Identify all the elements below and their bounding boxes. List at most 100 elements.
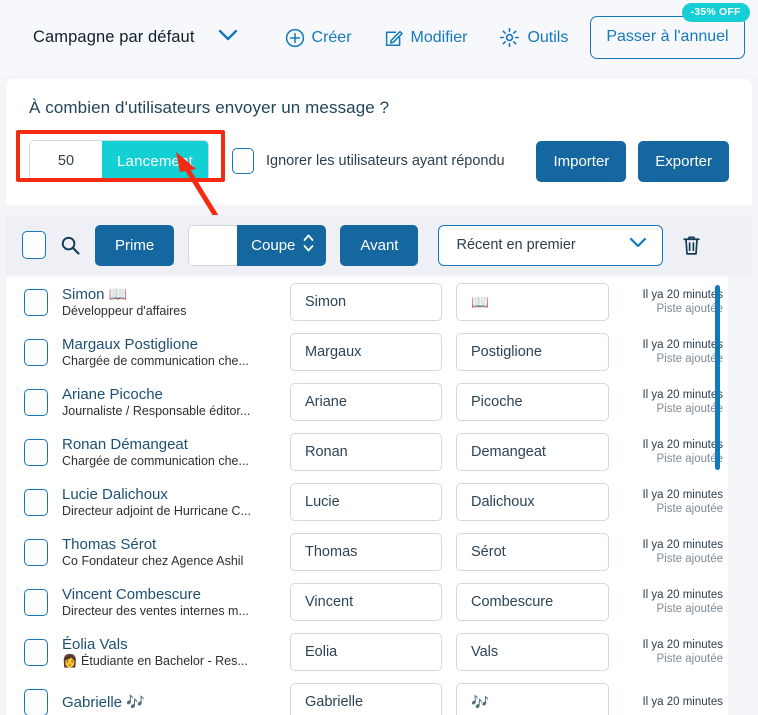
sort-order-select[interactable]: Récent en premier bbox=[438, 224, 664, 266]
launch-group: Lancement bbox=[29, 140, 209, 182]
first-name-field[interactable]: Ariane bbox=[290, 383, 442, 421]
row-meta: Il ya 20 minutes Piste ajoutée bbox=[623, 539, 727, 566]
list-right-gutter bbox=[728, 277, 752, 715]
lead-title: Co Fondateur chez Agence Ashil bbox=[62, 553, 244, 568]
first-name-field[interactable]: Ronan bbox=[290, 433, 442, 471]
last-name-field[interactable]: Postiglione bbox=[456, 333, 609, 371]
table-row[interactable]: Gabrielle 🎶 Gabrielle 🎶 Il ya 20 minutes bbox=[6, 677, 752, 715]
lead-identity[interactable]: Gabrielle 🎶 bbox=[62, 694, 287, 711]
row-timestamp: Il ya 20 minutes bbox=[642, 338, 723, 351]
row-meta: Il ya 20 minutes Piste ajoutée bbox=[623, 339, 727, 366]
row-status: Piste ajoutée bbox=[656, 502, 724, 515]
last-name-field[interactable]: Dalichoux bbox=[456, 483, 609, 521]
table-row[interactable]: Ronan Démangeat Chargée de communication … bbox=[6, 427, 752, 477]
lead-title: 👩 Étudiante en Bachelor - Res... bbox=[62, 653, 248, 668]
leads-list[interactable]: Simon 📖 Développeur d'affaires Simon 📖 Il ya… bbox=[6, 277, 752, 715]
lead-name: Ronan Démangeat bbox=[62, 435, 188, 453]
list-scrollbar-thumb[interactable] bbox=[715, 285, 720, 470]
coupe-group: Coupe bbox=[188, 224, 327, 266]
row-timestamp: Il ya 20 minutes bbox=[642, 588, 723, 601]
lead-name: Simon 📖 bbox=[62, 285, 128, 303]
lead-identity[interactable]: Lucie Dalichoux Directeur adjoint de Hurr… bbox=[62, 486, 287, 519]
lead-identity[interactable]: Ariane Picoche Journaliste / Responsable … bbox=[62, 386, 287, 419]
ignore-responders-label: Ignorer les utilisateurs ayant répondu bbox=[266, 153, 505, 169]
first-name-field[interactable]: Eolia bbox=[290, 633, 442, 671]
row-meta: Il ya 20 minutes Piste ajoutée bbox=[623, 639, 727, 666]
lead-identity[interactable]: Thomas Sérot Co Fondateur chez Agence Ash… bbox=[62, 536, 287, 569]
row-checkbox[interactable] bbox=[24, 638, 48, 666]
launch-button[interactable]: Lancement bbox=[102, 141, 208, 181]
lead-identity[interactable]: Simon 📖 Développeur d'affaires bbox=[62, 286, 287, 319]
user-count-input[interactable] bbox=[30, 141, 102, 181]
row-checkbox[interactable] bbox=[24, 438, 48, 466]
lead-name: Lucie Dalichoux bbox=[62, 485, 168, 503]
lead-title: Chargée de communication che... bbox=[62, 353, 249, 368]
row-checkbox[interactable] bbox=[24, 288, 48, 316]
last-name-field[interactable]: Sérot bbox=[456, 533, 609, 571]
row-checkbox[interactable] bbox=[24, 488, 48, 516]
first-name-field[interactable]: Thomas bbox=[290, 533, 442, 571]
lead-title: Chargée de communication che... bbox=[62, 453, 249, 468]
first-name-field[interactable]: Simon bbox=[290, 283, 442, 321]
table-row[interactable]: Thomas Sérot Co Fondateur chez Agence Ash… bbox=[6, 527, 752, 577]
lead-identity[interactable]: Vincent Combescure Directeur des ventes i… bbox=[62, 586, 287, 619]
coupe-button[interactable]: Coupe bbox=[237, 224, 327, 266]
coupe-input[interactable] bbox=[188, 224, 238, 266]
lead-title: Développeur d'affaires bbox=[62, 303, 187, 318]
lead-name: Thomas Sérot bbox=[62, 535, 157, 553]
campaign-name-label: Campagne par défaut bbox=[33, 28, 195, 46]
first-name-field[interactable]: Vincent bbox=[290, 583, 442, 621]
send-controls-row: Lancement Ignorer les utilisateurs ayant… bbox=[29, 137, 729, 185]
plus-circle-icon bbox=[285, 28, 305, 48]
lead-identity[interactable]: Ronan Démangeat Chargée de communication … bbox=[62, 436, 287, 469]
last-name-field[interactable]: Picoche bbox=[456, 383, 609, 421]
search-icon[interactable] bbox=[60, 235, 81, 256]
edit-button-label: Modifier bbox=[410, 28, 468, 46]
row-checkbox[interactable] bbox=[24, 538, 48, 566]
row-timestamp: Il ya 20 minutes bbox=[642, 438, 723, 451]
avant-button[interactable]: Avant bbox=[340, 224, 419, 266]
lead-identity[interactable]: Margaux Postiglione Chargée de communicat… bbox=[62, 336, 287, 369]
page-title: À combien d'utilisateurs envoyer un mess… bbox=[29, 98, 390, 117]
table-row[interactable]: Vincent Combescure Directeur des ventes i… bbox=[6, 577, 752, 627]
row-meta: Il ya 20 minutes Piste ajoutée bbox=[623, 589, 727, 616]
table-row[interactable]: Éolia Vals 👩 Étudiante en Bachelor - Res.… bbox=[6, 627, 752, 677]
row-checkbox[interactable] bbox=[24, 388, 48, 416]
lead-identity[interactable]: Éolia Vals 👩 Étudiante en Bachelor - Res.… bbox=[62, 636, 287, 669]
row-checkbox[interactable] bbox=[24, 588, 48, 616]
first-name-field[interactable]: Lucie bbox=[290, 483, 442, 521]
import-button[interactable]: Importer bbox=[536, 140, 627, 182]
last-name-field[interactable]: Demangeat bbox=[456, 433, 609, 471]
first-name-field[interactable]: Margaux bbox=[290, 333, 442, 371]
last-name-field[interactable]: Combescure bbox=[456, 583, 609, 621]
export-button[interactable]: Exporter bbox=[638, 140, 729, 182]
gear-icon bbox=[499, 27, 520, 48]
lead-name: Éolia Vals bbox=[62, 635, 128, 653]
last-name-field[interactable]: 📖 bbox=[456, 283, 609, 321]
tools-button[interactable]: Outils bbox=[499, 27, 568, 48]
row-checkbox[interactable] bbox=[24, 688, 48, 715]
create-button[interactable]: Créer bbox=[285, 28, 352, 48]
ignore-responders-checkbox[interactable] bbox=[232, 148, 254, 174]
row-status: Piste ajoutée bbox=[656, 452, 724, 465]
create-button-label: Créer bbox=[311, 28, 352, 46]
row-status: Piste ajoutée bbox=[656, 352, 724, 365]
select-all-checkbox[interactable] bbox=[22, 231, 46, 259]
table-row[interactable]: Ariane Picoche Journaliste / Responsable … bbox=[6, 377, 752, 427]
table-row[interactable]: Margaux Postiglione Chargée de communicat… bbox=[6, 327, 752, 377]
edit-button[interactable]: Modifier bbox=[384, 28, 468, 48]
trash-icon[interactable] bbox=[681, 234, 702, 257]
table-row[interactable]: Simon 📖 Développeur d'affaires Simon 📖 Il ya… bbox=[6, 277, 752, 327]
last-name-field[interactable]: 🎶 bbox=[456, 683, 609, 715]
prime-button[interactable]: Prime bbox=[95, 224, 175, 266]
chevron-down-icon bbox=[217, 28, 239, 47]
row-checkbox[interactable] bbox=[24, 338, 48, 366]
table-row[interactable]: Lucie Dalichoux Directeur adjoint de Hurr… bbox=[6, 477, 752, 527]
row-status: Piste ajoutée bbox=[656, 652, 724, 665]
first-name-field[interactable]: Gabrielle bbox=[290, 683, 442, 715]
last-name-field[interactable]: Vals bbox=[456, 633, 609, 671]
campaign-selector[interactable]: Campagne par défaut bbox=[33, 28, 239, 47]
upgrade-annual-button[interactable]: Passer à l'annuel bbox=[590, 16, 745, 59]
row-status: Piste ajoutée bbox=[656, 602, 724, 615]
upgrade-container: Passer à l'annuel -35% OFF bbox=[590, 3, 750, 59]
